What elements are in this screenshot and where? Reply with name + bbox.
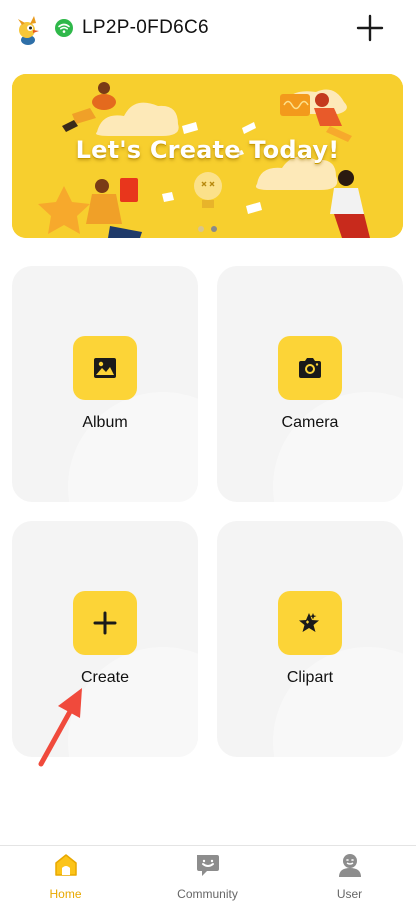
star-sticker-icon <box>299 613 319 632</box>
camera-label: Camera <box>281 414 339 431</box>
carousel-dot-1[interactable] <box>198 226 204 232</box>
top-bar: LP2P-0FD6C6 <box>0 0 416 56</box>
nav-label-user: User <box>336 887 363 901</box>
nav-item-community[interactable]: Community <box>138 846 277 903</box>
nav-label-home: Home <box>49 887 82 901</box>
nav-item-user[interactable]: User <box>280 846 416 903</box>
clipart-icon-box <box>278 591 342 655</box>
tile-background-glow <box>273 647 403 757</box>
carousel-dot-2[interactable] <box>211 226 217 232</box>
nav-item-home[interactable]: Home <box>0 846 135 903</box>
home-icon <box>55 854 77 876</box>
banner-title: Let's Create Today! <box>75 136 340 164</box>
tile-background-glow <box>68 647 198 757</box>
image-icon <box>94 358 116 378</box>
device-name[interactable]: LP2P-0FD6C6 <box>82 17 209 39</box>
wifi-connected-icon <box>55 19 73 37</box>
camera-tile[interactable]: Camera <box>217 266 403 502</box>
user-icon <box>339 854 361 877</box>
bottom-navigation: Home Community User <box>0 845 416 903</box>
bird-mascot-icon <box>18 16 39 45</box>
create-icon-box <box>73 591 137 655</box>
tile-background-glow <box>68 392 198 502</box>
create-label: Create <box>80 669 130 686</box>
promo-banner[interactable]: Let's Create Today! <box>12 74 403 238</box>
album-icon-box <box>73 336 137 400</box>
chat-icon <box>197 855 219 876</box>
camera-icon-box <box>278 336 342 400</box>
plus-icon <box>93 611 117 635</box>
annotation-arrow <box>38 688 82 767</box>
add-device-button[interactable] <box>356 14 384 42</box>
album-label: Album <box>82 414 128 431</box>
clipart-tile[interactable]: Clipart <box>217 521 403 757</box>
album-tile[interactable]: Album <box>12 266 198 502</box>
clipart-label: Clipart <box>286 669 334 686</box>
camera-icon <box>299 358 321 378</box>
tile-background-glow <box>273 392 403 502</box>
nav-label-community: Community <box>177 887 238 901</box>
